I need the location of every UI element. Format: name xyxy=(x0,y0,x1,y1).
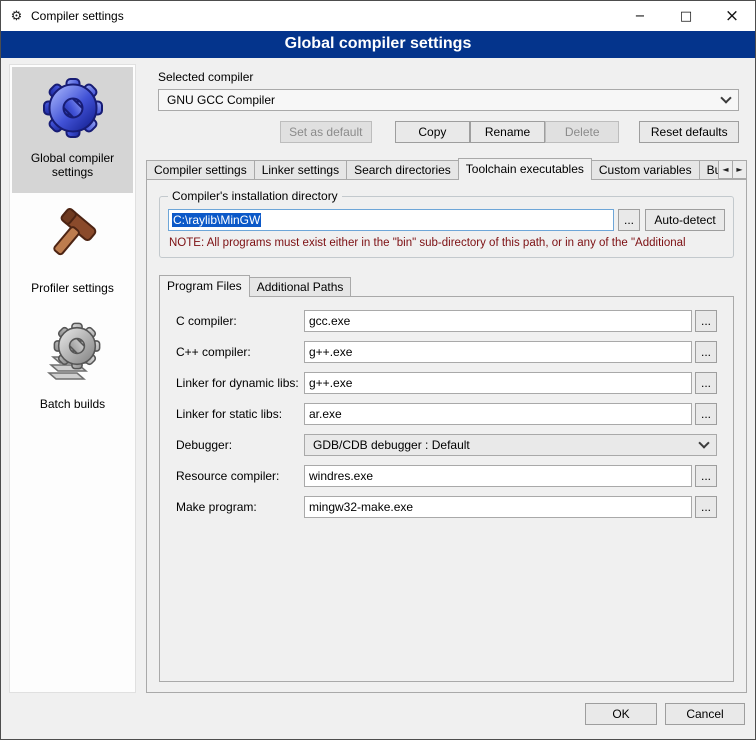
cancel-button[interactable]: Cancel xyxy=(665,703,745,725)
field-row-make-program: Make program: ... xyxy=(176,496,717,518)
settings-sidebar: Global compiler settings Profiler settin… xyxy=(9,64,136,693)
gear-blue-icon xyxy=(41,75,105,139)
cpp-compiler-label: C++ compiler: xyxy=(176,345,304,359)
linker-dynamic-label: Linker for dynamic libs: xyxy=(176,376,304,390)
c-compiler-browse-button[interactable]: ... xyxy=(695,310,717,332)
tab-compiler-settings[interactable]: Compiler settings xyxy=(146,160,255,179)
field-row-c-compiler: C compiler: ... xyxy=(176,310,717,332)
installation-directory-value: C:\raylib\MinGW xyxy=(172,213,261,227)
gear-gray-icon xyxy=(41,321,105,385)
tab-linker-settings[interactable]: Linker settings xyxy=(254,160,347,179)
selected-compiler-dropdown[interactable]: GNU GCC Compiler xyxy=(158,89,739,111)
hammer-icon xyxy=(41,205,105,269)
debugger-label: Debugger: xyxy=(176,438,304,452)
tab-search-directories[interactable]: Search directories xyxy=(346,160,459,179)
installation-directory-input[interactable]: C:\raylib\MinGW xyxy=(168,209,614,231)
maximize-button[interactable]: □ xyxy=(663,1,709,31)
tab-custom-variables[interactable]: Custom variables xyxy=(591,160,700,179)
sidebar-item-profiler-settings[interactable]: Profiler settings xyxy=(12,197,133,309)
linker-dynamic-input[interactable] xyxy=(304,372,692,394)
linker-static-input[interactable] xyxy=(304,403,692,425)
chevron-down-icon xyxy=(720,92,731,103)
sidebar-item-global-compiler-settings[interactable]: Global compiler settings xyxy=(12,67,133,193)
chevron-down-icon xyxy=(698,437,709,448)
close-button[interactable]: × xyxy=(709,1,755,31)
field-row-cpp-compiler: C++ compiler: ... xyxy=(176,341,717,363)
tab-scroll-left-icon[interactable]: ◄ xyxy=(718,160,733,179)
settings-tabstrip: Compiler settings Linker settings Search… xyxy=(146,157,747,179)
bin-subdirectory-note: NOTE: All programs must exist either in … xyxy=(169,237,724,249)
ok-button[interactable]: OK xyxy=(585,703,657,725)
installation-directory-browse-button[interactable]: ... xyxy=(618,209,640,231)
compiler-settings-window: ⚙ Compiler settings − □ × Global compile… xyxy=(0,0,756,740)
make-program-label: Make program: xyxy=(176,500,304,514)
auto-detect-button[interactable]: Auto-detect xyxy=(645,209,725,231)
window-title: Compiler settings xyxy=(31,9,124,23)
dialog-footer: OK Cancel xyxy=(1,697,755,739)
debugger-dropdown[interactable]: GDB/CDB debugger : Default xyxy=(304,434,717,456)
c-compiler-label: C compiler: xyxy=(176,314,304,328)
titlebar: ⚙ Compiler settings − □ × xyxy=(1,1,755,31)
installation-directory-groupbox: Compiler's installation directory C:\ray… xyxy=(159,196,734,258)
dialog-body: Global compiler settings Profiler settin… xyxy=(1,58,755,697)
tab-scroll-buttons: ◄ ► xyxy=(719,160,747,179)
sidebar-item-label: Global compiler settings xyxy=(14,151,131,179)
resource-compiler-label: Resource compiler: xyxy=(176,469,304,483)
field-row-resource-compiler: Resource compiler: ... xyxy=(176,465,717,487)
app-icon: ⚙ xyxy=(9,9,24,24)
tab-build-options-truncated[interactable]: Buil xyxy=(699,160,720,179)
reset-defaults-button[interactable]: Reset defaults xyxy=(639,121,739,143)
program-files-panel: C compiler: ... C++ compiler: ... Linker… xyxy=(159,296,734,682)
field-row-linker-dynamic: Linker for dynamic libs: ... xyxy=(176,372,717,394)
cpp-compiler-input[interactable] xyxy=(304,341,692,363)
resource-compiler-input[interactable] xyxy=(304,465,692,487)
toolchain-executables-panel: Compiler's installation directory C:\ray… xyxy=(146,179,747,693)
selected-compiler-label: Selected compiler xyxy=(158,70,747,84)
sidebar-item-label: Batch builds xyxy=(40,397,105,411)
sidebar-item-label: Profiler settings xyxy=(31,281,114,295)
compiler-buttons-row: Set as default Copy Rename Delete Reset … xyxy=(158,121,739,143)
make-program-browse-button[interactable]: ... xyxy=(695,496,717,518)
field-row-linker-static: Linker for static libs: ... xyxy=(176,403,717,425)
linker-static-browse-button[interactable]: ... xyxy=(695,403,717,425)
cpp-compiler-browse-button[interactable]: ... xyxy=(695,341,717,363)
make-program-input[interactable] xyxy=(304,496,692,518)
window-controls: − □ × xyxy=(617,1,755,31)
main-panel: Selected compiler GNU GCC Compiler Set a… xyxy=(146,64,747,693)
debugger-value: GDB/CDB debugger : Default xyxy=(313,438,694,452)
linker-dynamic-browse-button[interactable]: ... xyxy=(695,372,717,394)
c-compiler-input[interactable] xyxy=(304,310,692,332)
tab-toolchain-executables[interactable]: Toolchain executables xyxy=(458,158,592,180)
rename-button[interactable]: Rename xyxy=(470,121,545,143)
linker-static-label: Linker for static libs: xyxy=(176,407,304,421)
set-as-default-button[interactable]: Set as default xyxy=(280,121,372,143)
tab-scroll-right-icon[interactable]: ► xyxy=(732,160,747,179)
sidebar-item-batch-builds[interactable]: Batch builds xyxy=(12,313,133,425)
page-title: Global compiler settings xyxy=(1,31,755,58)
delete-button[interactable]: Delete xyxy=(545,121,620,143)
minimize-button[interactable]: − xyxy=(617,1,663,31)
selected-compiler-value: GNU GCC Compiler xyxy=(167,93,716,107)
installation-directory-title: Compiler's installation directory xyxy=(168,189,342,203)
copy-button[interactable]: Copy xyxy=(395,121,471,143)
program-files-tabstrip: Program Files Additional Paths xyxy=(159,274,734,296)
tab-program-files[interactable]: Program Files xyxy=(159,275,250,297)
tab-additional-paths[interactable]: Additional Paths xyxy=(249,277,352,296)
field-row-debugger: Debugger: GDB/CDB debugger : Default xyxy=(176,434,717,456)
resource-compiler-browse-button[interactable]: ... xyxy=(695,465,717,487)
